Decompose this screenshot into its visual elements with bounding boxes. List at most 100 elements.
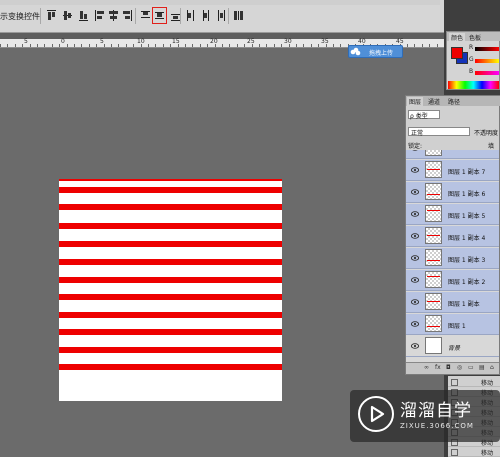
ruler-tick [222,44,223,47]
layers-panel-tabs: 图层 通道 路径 [406,96,500,106]
channel-b-slider[interactable] [475,71,499,75]
ruler-label: 25 [247,38,255,45]
distribute-vertical-centers-icon[interactable] [152,7,167,24]
layer-filter-select[interactable]: ρ 类型 [408,110,440,120]
blend-mode-select[interactable]: 正常 [408,127,470,137]
ruler-tick [429,44,430,47]
distribute-top-edges-icon[interactable] [140,9,151,22]
layer-row[interactable] [406,150,499,159]
ruler-tick [259,44,260,47]
layer-name: 图层 1 副本 2 [448,279,486,286]
layer-name: 图层 1 副本 7 [448,169,486,176]
distribute-left-edges-icon[interactable] [186,9,197,22]
ruler-tick [229,44,230,47]
visibility-eye-icon[interactable] [411,321,419,327]
ruler-label: 35 [321,38,329,45]
visibility-eye-icon[interactable] [411,150,419,151]
move-tool-icon [451,449,458,456]
ruler-tick [44,44,45,47]
align-left-edges-icon[interactable] [94,9,105,22]
channel-r-label: R [469,44,474,51]
red-stripe [59,277,282,283]
color-spectrum[interactable] [448,81,499,89]
ruler-tick [104,44,105,47]
new-layer-icon[interactable]: ▤ [479,364,485,371]
document-canvas[interactable] [59,179,282,401]
show-transform-controls-label[interactable]: 示变换控件 [0,11,40,22]
layer-row[interactable]: 图层 1 副本 6 [406,182,499,203]
ruler-tick [22,44,23,47]
foreground-color-swatch[interactable] [451,47,463,59]
options-bar: 示变换控件 [0,0,500,33]
layers-panel: 图层 通道 路径 ρ 类型 正常 不透明度 锁定: 填充 图层 1 副本 7图层… [405,95,500,375]
ruler-label: 30 [284,38,292,45]
fx-icon[interactable]: fx [435,364,441,371]
ruler-tick [133,44,134,47]
tab-channels[interactable]: 通道 [426,97,442,106]
ruler-tick [296,44,297,47]
layer-row[interactable]: 图层 1 副本 5 [406,204,499,225]
red-stripe [59,294,282,300]
layer-mask-icon[interactable]: ◘ [446,364,451,371]
distribute-right-edges-icon[interactable] [214,9,225,22]
ruler-tick [0,44,1,47]
align-vertical-centers-icon[interactable] [62,9,73,22]
align-top-edges-icon[interactable] [46,9,57,22]
layer-thumbnail [425,227,442,244]
layer-thumbnail [425,337,442,354]
layer-row[interactable]: 图层 1 副本 2 [406,270,499,291]
layer-row[interactable]: 图层 1 副本 3 [406,248,499,269]
ruler-tick [7,44,8,47]
channel-g-label: G [469,56,474,63]
align-horizontal-centers-icon[interactable] [108,9,119,22]
delete-layer-icon[interactable]: ⌂ [490,364,494,371]
layers-list: 图层 1 副本 7 图层 1 副本 6 图层 1 副本 5 图层 1 副本 4 图层 1… [406,150,499,362]
history-state[interactable]: 移动 [448,447,500,457]
layer-row[interactable]: 图层 1 副本 [406,292,499,313]
ruler-tick [37,44,38,47]
tab-paths[interactable]: 路径 [446,97,462,106]
layer-name: 图层 1 副本 5 [448,213,486,220]
distribute-horizontal-centers-icon[interactable] [200,9,211,22]
ruler-tick [414,44,415,47]
opacity-label: 不透明度 [474,130,499,137]
red-stripe [59,329,282,335]
channel-g-slider[interactable] [475,59,499,63]
ruler-tick [274,44,275,47]
layer-row[interactable]: 图层 1 [406,314,499,335]
layer-thumbnail [425,293,442,310]
visibility-eye-icon[interactable] [411,255,419,261]
visibility-eye-icon[interactable] [411,299,419,305]
ruler-label: 40 [358,38,366,45]
layer-row[interactable]: 图层 1 副本 4 [406,226,499,247]
link-layers-icon[interactable]: ∞ [424,364,429,371]
align-bottom-edges-icon[interactable] [78,9,89,22]
visibility-eye-icon[interactable] [411,211,419,217]
visibility-eye-icon[interactable] [411,189,419,195]
history-state[interactable]: 移动 [448,377,500,387]
visibility-eye-icon[interactable] [411,343,419,349]
layer-row[interactable]: 图层 1 副本 7 [406,160,499,181]
align-right-edges-icon[interactable] [122,9,133,22]
ruler-tick [244,44,245,47]
tab-color[interactable]: 颜色 [449,33,466,42]
new-group-icon[interactable]: ▭ [468,364,474,371]
ruler-tick [437,44,438,47]
ruler-tick [185,44,186,47]
visibility-eye-icon[interactable] [411,277,419,283]
channel-r-slider[interactable] [475,47,499,51]
adjustment-layer-icon[interactable]: ◎ [457,364,462,371]
tab-swatches[interactable]: 色板 [469,33,481,42]
ruler-tick [155,44,156,47]
ruler-label: 5 [24,38,28,45]
tab-layers[interactable]: 图层 [407,97,424,106]
color-panel: 颜色 色板 R G B [446,31,500,90]
auto-align-layers-icon[interactable] [233,9,244,22]
distribute-bottom-edges-icon[interactable] [170,9,181,22]
layer-row[interactable]: 背景 [406,336,499,357]
ruler-tick [266,44,267,47]
ruler-tick [118,44,119,47]
visibility-eye-icon[interactable] [411,167,419,173]
cloud-upload-button[interactable]: 拖拽上传 [348,45,403,58]
visibility-eye-icon[interactable] [411,233,419,239]
